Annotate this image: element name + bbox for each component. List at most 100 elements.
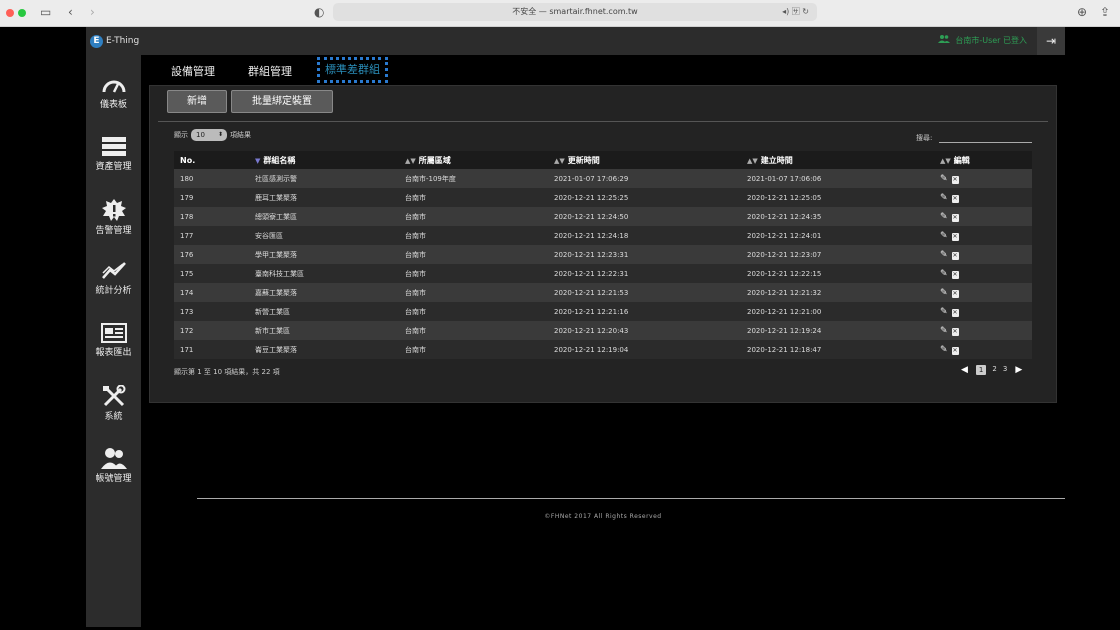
page-button[interactable]: 1 xyxy=(975,365,987,375)
sidebar-item-assets[interactable]: 資產管理 xyxy=(86,137,141,172)
brand-logo-icon: E xyxy=(90,34,103,48)
search-input[interactable] xyxy=(938,131,1032,143)
table-row[interactable]: 178 總頭寮工業區 台南市 2020-12-21 12:24:50 2020-12-2… xyxy=(174,207,1032,226)
sidebar-item-label: 帳號管理 xyxy=(95,474,132,484)
edit-pencil-icon[interactable]: ✎ xyxy=(940,174,948,184)
brand[interactable]: E E-Thing xyxy=(90,34,139,48)
delete-trash-icon[interactable]: ✕ xyxy=(951,251,959,260)
tab-std-dev-group[interactable]: 標準差群組 xyxy=(317,57,388,83)
table-row[interactable]: 171 崙豆工業聚落 台南市 2020-12-21 12:19:04 2020-12-2… xyxy=(174,340,1032,359)
column-header-group-name[interactable]: ▼ 群組名稱 xyxy=(249,151,399,169)
logout-button[interactable]: ⇥ xyxy=(1037,27,1065,55)
length-prefix: 顯示 xyxy=(174,131,188,139)
delete-trash-icon[interactable]: ✕ xyxy=(951,175,959,184)
server-icon xyxy=(101,137,126,156)
forward-icon[interactable]: › xyxy=(90,5,95,19)
sidebar: 儀表板 資產管理 告警管理 統計分析 報表匯出 系統 帳號管理 xyxy=(86,55,141,627)
sidebar-item-label: 報表匯出 xyxy=(95,348,132,358)
delete-trash-icon[interactable]: ✕ xyxy=(951,327,959,336)
edit-pencil-icon[interactable]: ✎ xyxy=(940,231,948,241)
cell-region: 台南市 xyxy=(405,193,426,202)
page-length-control: 顯示 10 ⬍ 項結果 xyxy=(174,129,251,141)
cell-region: 台南市 xyxy=(405,269,426,278)
delete-trash-icon[interactable]: ✕ xyxy=(951,289,959,298)
edit-pencil-icon[interactable]: ✎ xyxy=(940,212,948,222)
back-icon[interactable]: ‹ xyxy=(68,5,73,19)
users-icon xyxy=(100,448,127,469)
cell-updated: 2020-12-21 12:21:16 xyxy=(554,307,629,316)
cell-updated: 2020-12-21 12:23:31 xyxy=(554,250,629,259)
delete-trash-icon[interactable]: ✕ xyxy=(951,232,959,241)
sort-icon: ▲▼ xyxy=(554,156,565,165)
edit-pencil-icon[interactable]: ✎ xyxy=(940,326,948,336)
cell-updated: 2021-01-07 17:06:29 xyxy=(554,174,629,183)
cell-group-name: 鹿耳工業聚落 xyxy=(255,193,297,202)
share-icon[interactable]: ⇪ xyxy=(1100,5,1110,19)
sidebar-item-reports[interactable]: 報表匯出 xyxy=(86,323,141,358)
tab-group-management[interactable]: 群組管理 xyxy=(248,63,292,79)
download-icon[interactable]: ⊕ xyxy=(1077,5,1087,19)
edit-pencil-icon[interactable]: ✎ xyxy=(940,288,948,298)
table-row[interactable]: 173 新營工業區 台南市 2020-12-21 12:21:16 2020-12-21… xyxy=(174,302,1032,321)
cell-updated: 2020-12-21 12:25:25 xyxy=(554,193,629,202)
speaker-translate-reload-icon[interactable]: ◂) 🈂 ↻ xyxy=(782,3,809,21)
delete-trash-icon[interactable]: ✕ xyxy=(951,308,959,317)
cell-edit: ✎ ✕ xyxy=(934,169,1032,188)
tab-device-management[interactable]: 設備管理 xyxy=(171,63,215,79)
table-row[interactable]: 176 學甲工業聚落 台南市 2020-12-21 12:23:31 2020-12-2… xyxy=(174,245,1032,264)
column-header-created[interactable]: ▲▼ 建立時間 xyxy=(741,151,934,169)
delete-trash-icon[interactable]: ✕ xyxy=(951,194,959,203)
page-length-select[interactable]: 10 ⬍ xyxy=(191,129,227,141)
cell-created: 2020-12-21 12:21:00 xyxy=(747,307,822,316)
url-text: 不安全 — smartair.fhnet.com.tw xyxy=(512,7,638,16)
delete-trash-icon[interactable]: ✕ xyxy=(951,346,959,355)
sidebar-toggle-icon[interactable]: ▭ xyxy=(40,5,51,19)
delete-trash-icon[interactable]: ✕ xyxy=(951,213,959,222)
table-row[interactable]: 179 鹿耳工業聚落 台南市 2020-12-21 12:25:25 2020-12-2… xyxy=(174,188,1032,207)
table-row[interactable]: 172 新市工業區 台南市 2020-12-21 12:20:43 2020-12-21… xyxy=(174,321,1032,340)
add-button[interactable]: 新增 xyxy=(167,90,227,113)
sidebar-item-alerts[interactable]: 告警管理 xyxy=(86,199,141,236)
delete-trash-icon[interactable]: ✕ xyxy=(951,270,959,279)
top-bar: E E-Thing 台南市-User 已登入 ⇥ xyxy=(86,27,1065,55)
bulk-bind-devices-button[interactable]: 批量綁定裝置 xyxy=(231,90,333,113)
page-button[interactable]: 2 xyxy=(992,365,996,375)
page-button[interactable]: 3 xyxy=(1003,365,1007,375)
cell-created: 2020-12-21 12:24:01 xyxy=(747,231,822,240)
sidebar-item-dashboard[interactable]: 儀表板 xyxy=(86,75,141,110)
privacy-shield-icon[interactable]: ◐ xyxy=(314,5,324,19)
cell-edit: ✎ ✕ xyxy=(934,207,1032,226)
edit-pencil-icon[interactable]: ✎ xyxy=(940,250,948,260)
sort-icon: ▲▼ xyxy=(747,156,758,165)
close-window-button[interactable] xyxy=(6,9,14,17)
user-group-icon xyxy=(937,35,950,45)
cell-region: 台南市 xyxy=(405,345,426,354)
column-header-edit[interactable]: ▲▼ 編輯 xyxy=(934,151,1032,169)
cell-region: 台南市 xyxy=(405,326,426,335)
sidebar-item-accounts[interactable]: 帳號管理 xyxy=(86,447,141,484)
edit-pencil-icon[interactable]: ✎ xyxy=(940,193,948,203)
sidebar-item-system[interactable]: 系統 xyxy=(86,385,141,422)
sort-icon: ▲▼ xyxy=(405,156,416,165)
column-header-no[interactable]: No. xyxy=(174,151,249,169)
address-bar[interactable]: 不安全 — smartair.fhnet.com.tw ◂) 🈂 ↻ xyxy=(333,3,817,21)
prev-page-icon[interactable]: ◀ xyxy=(961,365,968,375)
zoom-window-button[interactable] xyxy=(18,9,26,17)
table-row[interactable]: 175 臺南科技工業區 台南市 2020-12-21 12:22:31 2020-12-… xyxy=(174,264,1032,283)
next-page-icon[interactable]: ▶ xyxy=(1015,365,1022,375)
sidebar-item-analytics[interactable]: 統計分析 xyxy=(86,261,141,296)
edit-pencil-icon[interactable]: ✎ xyxy=(940,307,948,317)
cell-no: 176 xyxy=(180,250,194,259)
cell-updated: 2020-12-21 12:24:18 xyxy=(554,231,629,240)
column-header-updated[interactable]: ▲▼ 更新時間 xyxy=(548,151,741,169)
table-row[interactable]: 177 安谷匯區 台南市 2020-12-21 12:24:18 2020-12-21 … xyxy=(174,226,1032,245)
cell-no: 178 xyxy=(180,212,194,221)
column-header-region[interactable]: ▲▼ 所屬區域 xyxy=(399,151,548,169)
table-row[interactable]: 174 嘉蘇工業聚落 台南市 2020-12-21 12:21:53 2020-12-2… xyxy=(174,283,1032,302)
edit-pencil-icon[interactable]: ✎ xyxy=(940,269,948,279)
edit-pencil-icon[interactable]: ✎ xyxy=(940,345,948,355)
table-header-row: No. ▼ 群組名稱 ▲▼ 所屬區域 ▲▼ 更新時間 ▲▼ 建立時間 ▲▼ 編輯 xyxy=(174,151,1032,169)
cell-edit: ✎ ✕ xyxy=(934,188,1032,207)
chart-line-icon xyxy=(101,262,126,279)
table-row[interactable]: 180 社區感測示警 台南市-109年度 2021-01-07 17:06:29 202… xyxy=(174,169,1032,188)
